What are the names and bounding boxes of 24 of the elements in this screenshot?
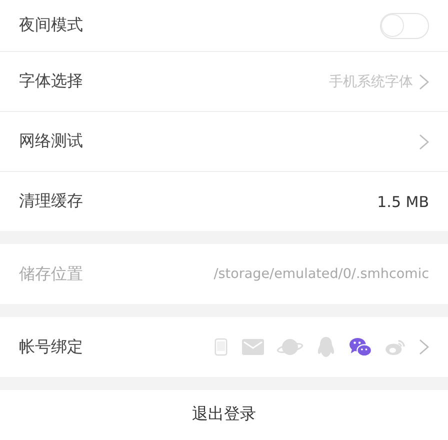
planet-icon[interactable] [277,337,303,357]
setting-label: 帐号绑定 [19,336,83,358]
setting-value: 手机系统字体 [329,72,413,90]
setting-row[interactable]: 帐号绑定 [0,317,448,377]
chat-icon[interactable] [349,336,372,358]
setting-label: 储存位置 [19,264,83,284]
setting-row[interactable]: 夜间模式 [0,0,448,51]
phone-icon[interactable] [213,337,229,357]
toggle-switch[interactable] [380,12,429,38]
setting-label: 网络测试 [19,131,83,152]
setting-row[interactable]: 字体选择 手机系统字体 [0,51,448,111]
setting-label: 清理缓存 [19,191,83,212]
chevron-icon [419,134,429,150]
setting-label: 字体选择 [19,71,83,92]
logout-button[interactable]: 退出登录 [192,404,256,425]
chevron-icon [419,74,429,90]
setting-value: /storage/emulated/0/.smhcomic [214,266,429,282]
setting-value: 1.5 MB [377,192,429,210]
penguin-icon[interactable] [316,336,336,358]
chevron-icon [419,339,429,355]
setting-row[interactable]: 网络测试 [0,111,448,171]
setting-label: 夜间模式 [19,15,83,36]
mail-icon[interactable] [242,339,264,355]
weibo-eye-icon[interactable] [385,338,406,356]
